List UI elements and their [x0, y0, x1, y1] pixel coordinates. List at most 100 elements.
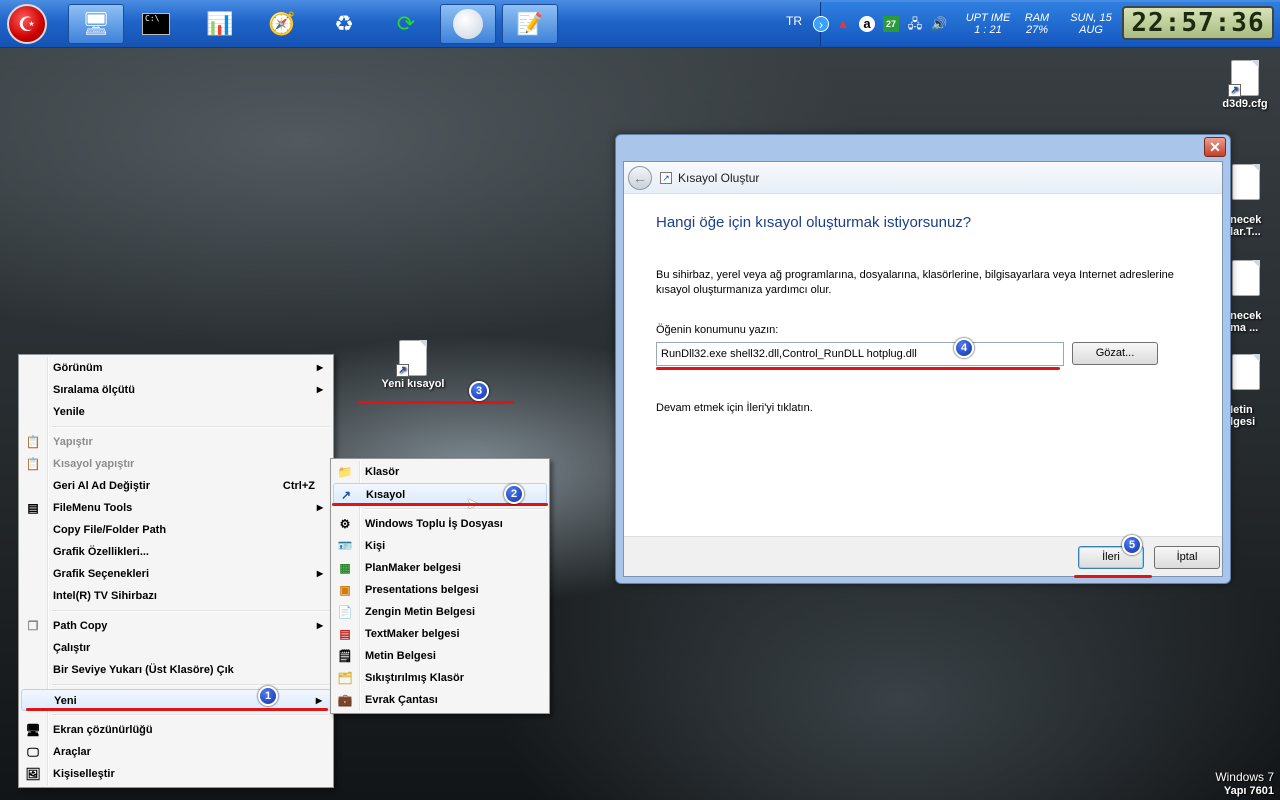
menu-item-paste[interactable]: 📋 Yapıştır — [21, 431, 331, 453]
clock-display[interactable]: 22:57:36 — [1122, 6, 1274, 40]
antivirus-icon[interactable]: ▲ — [835, 16, 851, 32]
path-copy-icon: ❐ — [27, 619, 39, 633]
menu-item-intel-tv-wizard[interactable]: Intel(R) TV Sihirbazı — [21, 585, 331, 607]
continue-hint: Devam etmek için İleri'yi tıklatın. — [656, 402, 813, 414]
file-icon: ↗ — [1228, 60, 1259, 97]
personalize-icon: 🖼 — [25, 767, 41, 781]
back-arrow-icon[interactable]: ← — [628, 166, 652, 190]
menu-item-run[interactable]: Çalıştır — [21, 637, 331, 659]
briefcase-icon: 💼 — [337, 693, 353, 707]
menu-item-up-one-level[interactable]: Bir Seviye Yukarı (Üst Klasöre) Çık — [21, 659, 331, 681]
recycle-bin-icon[interactable]: ♻ — [316, 4, 372, 44]
rich-text-icon: 📄 — [337, 605, 353, 619]
refresh-icon[interactable]: ⟳ — [378, 4, 434, 44]
close-icon[interactable]: ✕ — [1204, 137, 1226, 157]
submenu-item-rich-text[interactable]: 📄 Zengin Metin Belgesi — [333, 601, 547, 623]
desktop-icon-label: enecek alar.T... — [1224, 214, 1262, 238]
text-document-icon: 🗒 — [337, 649, 353, 663]
menu-separator — [21, 607, 331, 615]
menu-item-refresh[interactable]: Yenile — [21, 401, 331, 423]
submenu-item-text-document[interactable]: 🗒 Metin Belgesi — [333, 645, 547, 667]
my-computer-icon[interactable]: 🖥 — [68, 4, 124, 44]
annotation-underline — [1074, 575, 1152, 578]
submenu-item-folder[interactable]: 📁 Klasör — [333, 461, 547, 483]
volume-icon[interactable]: 🔊 — [931, 16, 947, 32]
annotation-underline — [26, 708, 328, 711]
menu-item-copy-path[interactable]: Copy File/Folder Path — [21, 519, 331, 541]
tools-icon: 🖵 — [27, 745, 39, 759]
menu-separator — [21, 681, 331, 689]
file-icon — [1232, 164, 1260, 200]
presentations-icon: ▣ — [339, 583, 351, 597]
zip-folder-icon: 🗂 — [337, 671, 353, 685]
ram-readout: RAM 27% — [1024, 12, 1050, 36]
create-shortcut-dialog: ✕ ← ↗ Kısayol Oluştur Hangi öğe için kıs… — [615, 134, 1231, 584]
annotation-underline — [656, 367, 1060, 370]
textmaker-icon: ▤ — [339, 627, 351, 641]
location-input[interactable] — [656, 342, 1064, 366]
dialog-title: Kısayol Oluştur — [678, 171, 760, 185]
desktop-icon-partial-2[interactable]: enecek ema ... — [1224, 248, 1280, 346]
browse-button[interactable]: Gözat... — [1072, 342, 1158, 365]
uptime-readout: UPT IME 1 : 21 — [965, 12, 1011, 36]
annotation-underline — [358, 401, 514, 404]
submenu-item-planmaker[interactable]: ▦ PlanMaker belgesi — [333, 557, 547, 579]
shortcut-icon: ↗ — [660, 172, 672, 184]
submenu-item-briefcase[interactable]: 💼 Evrak Çantası — [333, 689, 547, 711]
menu-item-tools[interactable]: 🖵 Araçlar — [21, 741, 331, 763]
desktop-icon-partial-3[interactable]: Metin elgesi — [1224, 342, 1280, 440]
menu-item-personalize[interactable]: 🖼 Kişiselleştir — [21, 763, 331, 785]
menu-item-paste-shortcut[interactable]: 📋 Kısayol yapıştır — [21, 453, 331, 475]
shortcut-icon: ↗ — [340, 488, 352, 502]
cmd-icon[interactable]: C:\ — [128, 4, 184, 44]
desktop-icon-d3d9[interactable]: ↗ d3d9.cfg — [1210, 60, 1280, 110]
shortcut-arrow-icon: ↗ — [396, 364, 409, 377]
menu-separator — [21, 423, 331, 431]
menu-item-filemenu-tools[interactable]: ▤ FileMenu Tools ▶ — [21, 497, 331, 519]
menu-item-sort-by[interactable]: Sıralama ölçütü ▶ — [21, 379, 331, 401]
desktop-icon-label: Yeni kısayol — [381, 378, 445, 390]
windows-watermark: Windows 7 Yapı 7601 — [1215, 770, 1274, 797]
location-label: Öğenin konumunu yazın: — [656, 324, 779, 336]
folder-icon: 📁 — [337, 465, 353, 479]
submenu-item-compressed-folder[interactable]: 🗂 Sıkıştırılmış Klasör — [333, 667, 547, 689]
start-orb-icon[interactable]: ☪ — [7, 4, 47, 44]
menu-separator — [21, 711, 331, 719]
desktop-icon-new-shortcut[interactable]: ↗ Yeni kısayol — [372, 340, 454, 390]
expand-tray-icon[interactable]: › — [813, 16, 829, 32]
orb-icon[interactable] — [440, 4, 496, 44]
submenu-item-textmaker[interactable]: ▤ TextMaker belgesi — [333, 623, 547, 645]
annotation-badge-1: 1 — [258, 686, 278, 706]
submenu-item-presentations[interactable]: ▣ Presentations belgesi — [333, 579, 547, 601]
calendar-badge[interactable]: 27 — [883, 16, 899, 32]
monitor-icon: 🖥 — [25, 723, 41, 737]
network-icon[interactable]: 🖧 — [907, 16, 923, 32]
menu-item-view[interactable]: Görünüm ▶ — [21, 357, 331, 379]
menu-item-undo-rename[interactable]: Geri Al Ad Değiştir Ctrl+Z — [21, 475, 331, 497]
annotation-badge-5: 5 — [1122, 535, 1142, 555]
language-indicator[interactable]: TR — [786, 14, 802, 28]
submenu-item-batch-file[interactable]: ⚙ Windows Toplu İş Dosyası — [333, 513, 547, 535]
desktop-icon-partial-1[interactable]: enecek alar.T... — [1224, 152, 1280, 250]
desktop-context-menu: Görünüm ▶ Sıralama ölçütü ▶ Yenile 📋 Yapışt… — [18, 354, 334, 788]
file-icon — [1232, 260, 1260, 296]
menu-separator — [333, 505, 547, 513]
desktop-icon-label: enecek ema ... — [1224, 310, 1262, 334]
batch-file-icon: ⚙ — [339, 517, 351, 531]
menu-item-path-copy[interactable]: ❐ Path Copy ▶ — [21, 615, 331, 637]
task-manager-icon[interactable]: 📊 — [192, 4, 248, 44]
shortcut-arrow-icon: ↗ — [1228, 84, 1241, 97]
avast-icon[interactable]: a — [859, 16, 875, 32]
menu-item-graphics-properties[interactable]: Grafik Özellikleri... — [21, 541, 331, 563]
dialog-description: Bu sihirbaz, yerel veya ağ programlarına… — [656, 269, 1174, 296]
taskbar: ☪ 🖥 C:\ 📊 🧭 ♻ ⟳ 📝 TR › ▲ a 27 🖧 🔊 UPT IM… — [0, 0, 1280, 48]
annotation-badge-3: 3 — [469, 381, 489, 401]
contact-icon: 🪪 — [337, 539, 353, 553]
submenu-item-contact[interactable]: 🪪 Kişi — [333, 535, 547, 557]
cancel-button[interactable]: İptal — [1154, 546, 1220, 569]
compass-icon[interactable]: 🧭 — [254, 4, 310, 44]
notepad-icon[interactable]: 📝 — [502, 4, 558, 44]
menu-item-graphics-options[interactable]: Grafik Seçenekleri ▶ — [21, 563, 331, 585]
menu-item-screen-resolution[interactable]: 🖥 Ekran çözünürlüğü — [21, 719, 331, 741]
dialog-heading: Hangi öğe için kısayol oluşturmak istiyo… — [656, 214, 972, 231]
